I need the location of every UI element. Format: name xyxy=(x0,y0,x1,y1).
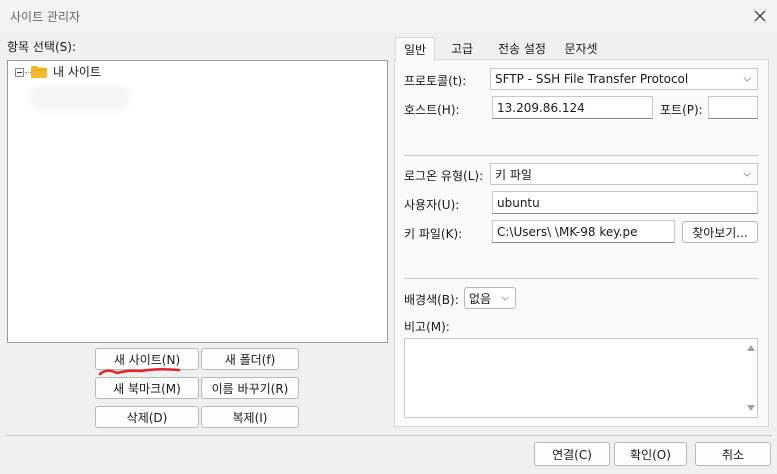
protocol-select[interactable]: SFTP - SSH File Transfer Protocol ⌵ xyxy=(490,68,758,90)
user-label: 사용자(U): xyxy=(404,198,460,212)
tab-transfer-settings[interactable]: 전송 설정 xyxy=(490,37,554,60)
title-bar xyxy=(0,0,777,32)
tab-general[interactable]: 일반 xyxy=(395,37,435,61)
port-input[interactable] xyxy=(708,96,758,119)
scroll-down-icon[interactable] xyxy=(747,405,755,411)
duplicate-button[interactable]: 복제(I) xyxy=(201,406,299,428)
tab-advanced[interactable]: 고급 xyxy=(441,37,483,60)
collapse-toggle-icon[interactable] xyxy=(15,68,24,77)
ok-button[interactable]: 확인(O) xyxy=(614,442,687,466)
connect-button[interactable]: 연결(C) xyxy=(534,442,610,466)
bgcolor-value: 없음 xyxy=(469,291,492,306)
comment-scrollbar[interactable] xyxy=(744,339,757,417)
browse-button[interactable]: 찾아보기... xyxy=(682,221,758,243)
new-folder-button[interactable]: 새 폴더(f) xyxy=(201,348,299,370)
blurred-item xyxy=(30,85,130,111)
comment-label: 비고(M): xyxy=(404,320,450,334)
bgcolor-select[interactable]: 없음 ⌵ xyxy=(464,287,516,309)
port-label: 포트(P): xyxy=(660,103,703,117)
logon-type-select[interactable]: 키 파일 ⌵ xyxy=(490,163,758,185)
divider xyxy=(404,278,758,279)
host-input[interactable]: 13.209.86.124 xyxy=(492,96,653,119)
host-label: 호스트(H): xyxy=(404,103,460,117)
tree-label: 항목 선택(S): xyxy=(7,40,76,54)
site-tree[interactable]: 내 사이트 xyxy=(7,60,388,343)
keyfile-input[interactable]: C:\Users\ \MK-98 key.pe xyxy=(492,220,675,243)
folder-icon xyxy=(31,65,47,81)
rename-button[interactable]: 이름 바꾸기(R) xyxy=(201,377,299,399)
comment-textarea[interactable] xyxy=(404,338,758,418)
scroll-up-icon[interactable] xyxy=(747,345,755,351)
footer-divider xyxy=(5,435,772,436)
bgcolor-label: 배경색(B): xyxy=(404,293,459,307)
new-bookmark-button[interactable]: 새 북마크(M) xyxy=(95,377,199,399)
chevron-down-icon: ⌵ xyxy=(743,73,751,85)
chevron-down-icon: ⌵ xyxy=(501,292,509,304)
protocol-value: SFTP - SSH File Transfer Protocol xyxy=(495,72,689,86)
annotation-underline xyxy=(98,367,181,376)
tree-item-my-sites[interactable]: 내 사이트 xyxy=(53,63,101,80)
keyfile-label: 키 파일(K): xyxy=(404,227,463,241)
logon-type-label: 로그온 유형(L): xyxy=(404,169,484,183)
chevron-down-icon: ⌵ xyxy=(743,168,751,180)
delete-button[interactable]: 삭제(D) xyxy=(95,406,199,428)
window-title: 사이트 관리자 xyxy=(10,10,81,24)
user-input[interactable]: ubuntu xyxy=(492,191,758,214)
logon-type-value: 키 파일 xyxy=(495,167,532,182)
tab-charset[interactable]: 문자셋 xyxy=(558,37,604,60)
divider xyxy=(404,155,758,156)
close-icon[interactable] xyxy=(748,4,772,28)
cancel-button[interactable]: 취소 xyxy=(695,442,771,466)
protocol-label: 프로토콜(t): xyxy=(404,74,467,88)
